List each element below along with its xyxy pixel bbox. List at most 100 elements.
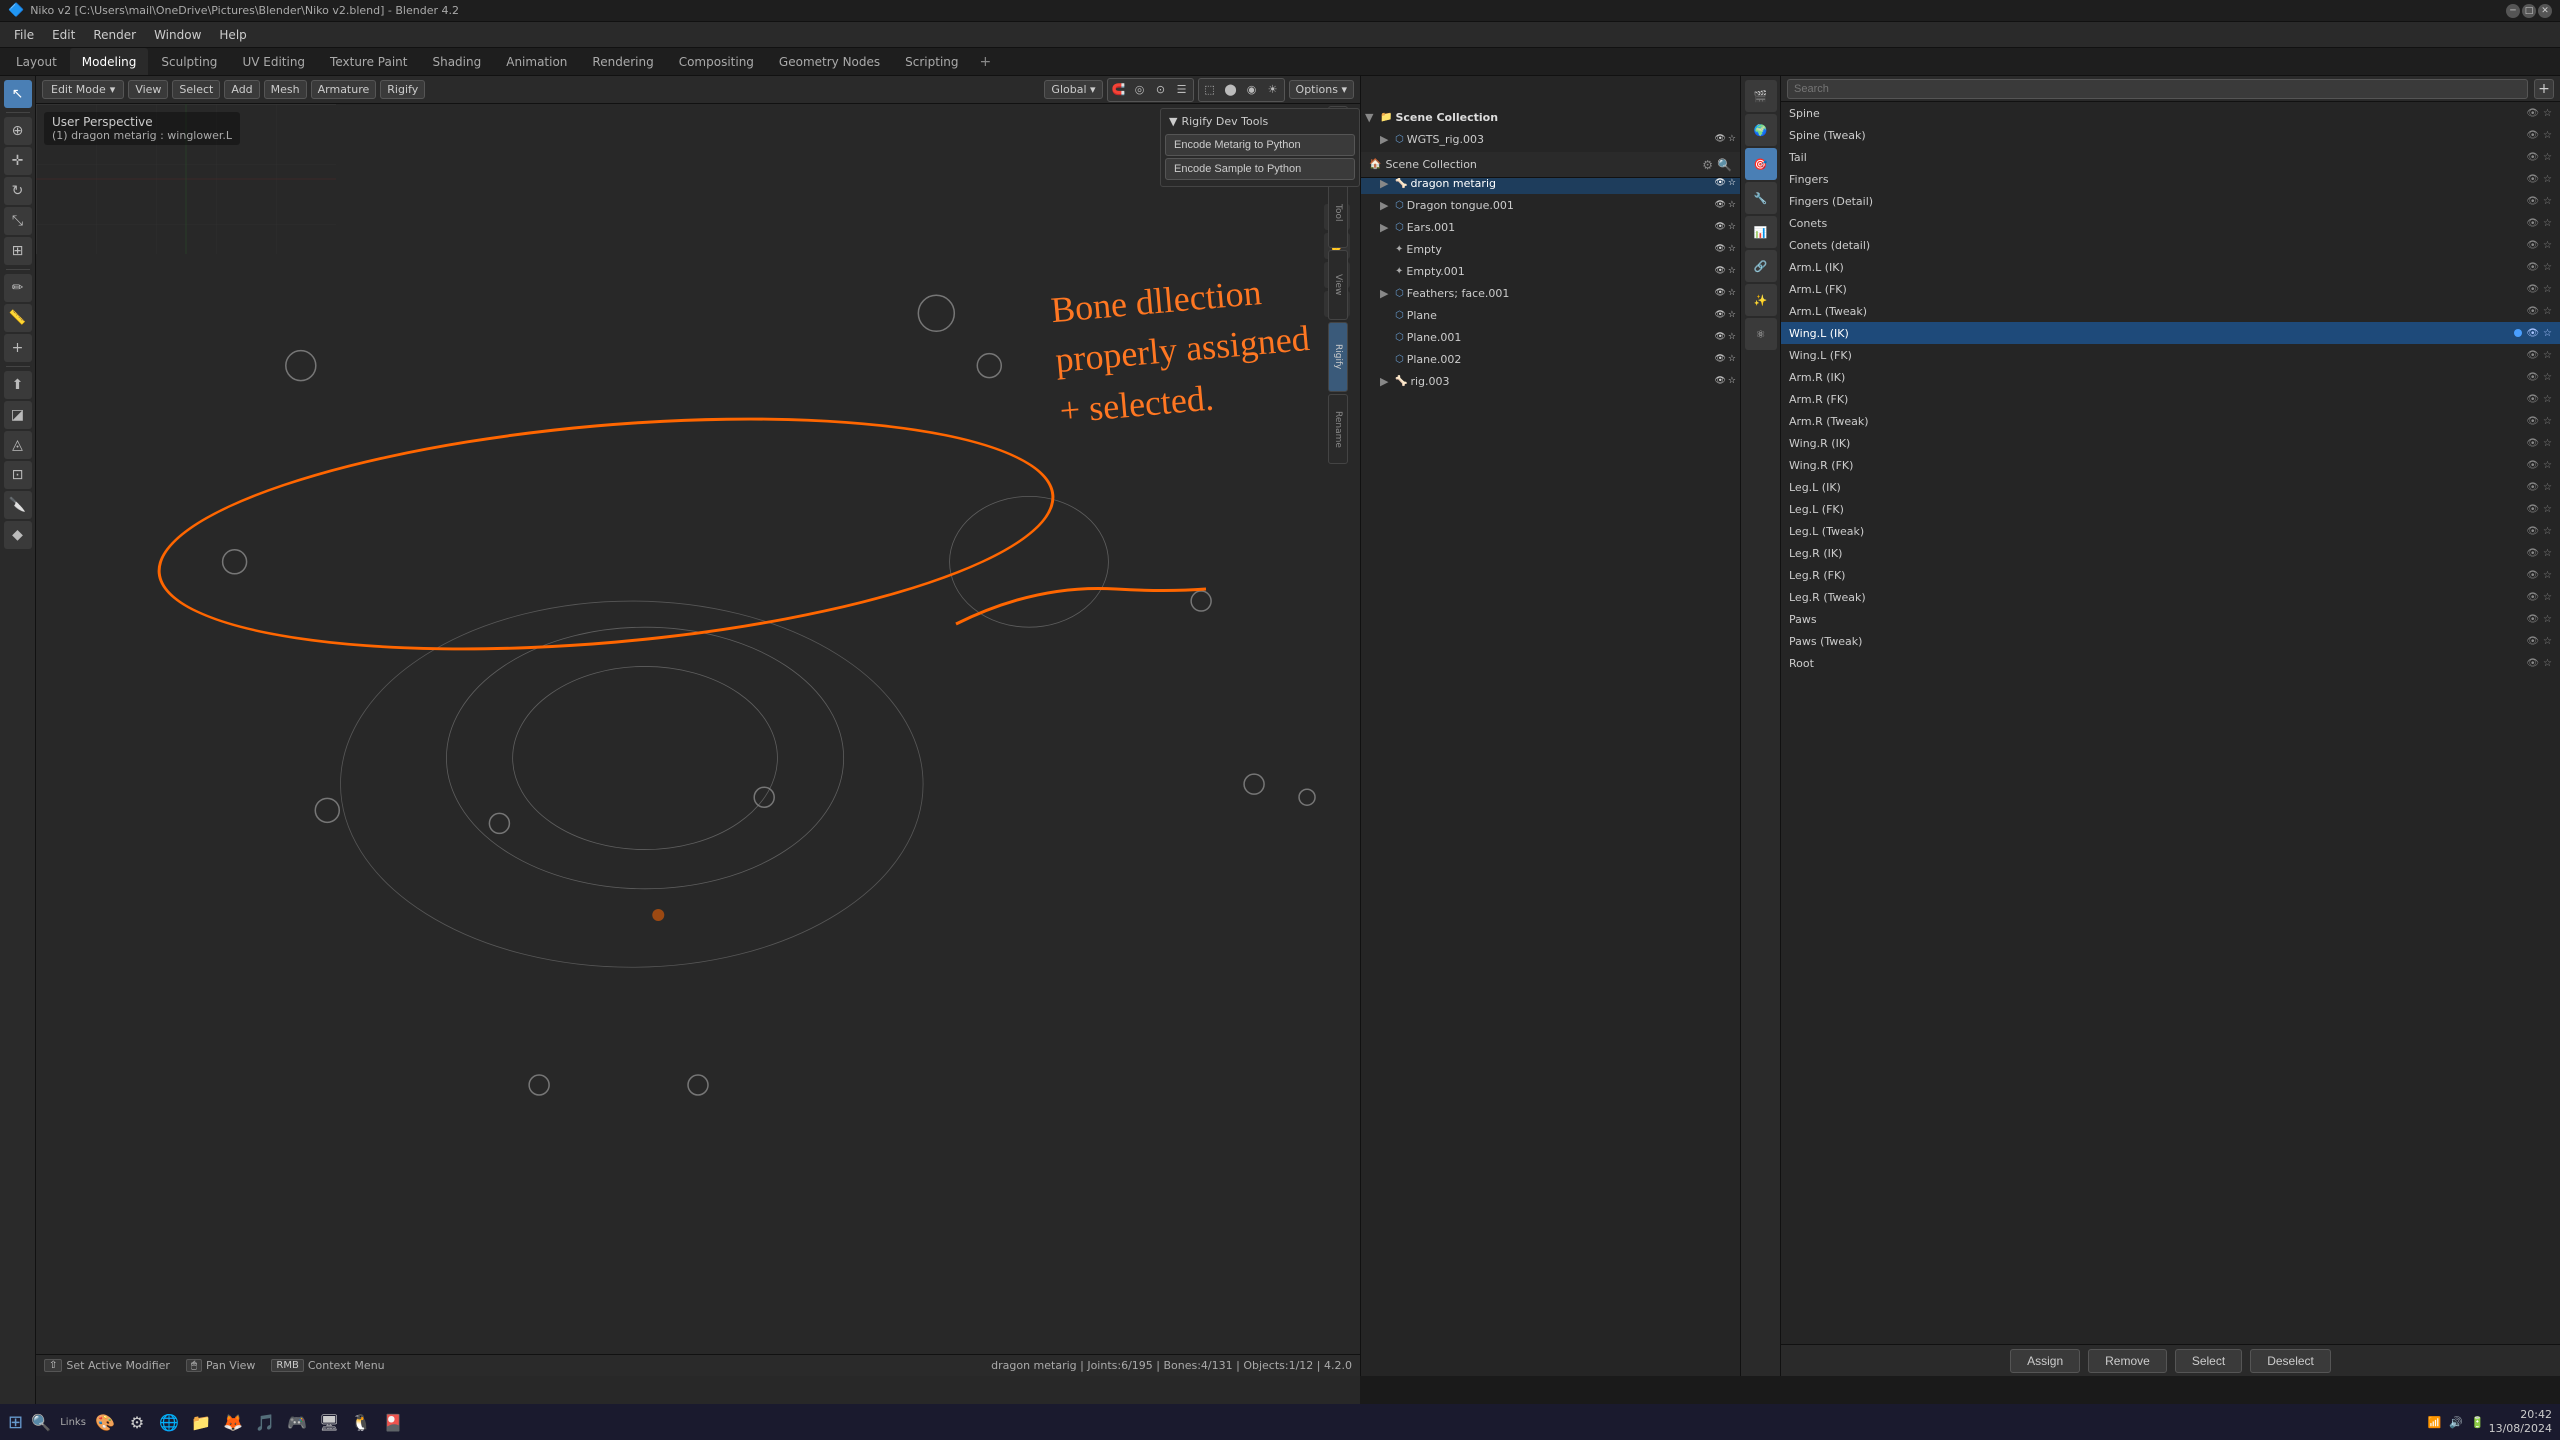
tool-scale[interactable]: ⤡	[4, 207, 32, 235]
remove-button[interactable]: Remove	[2088, 1349, 2167, 1373]
bone-collection-search[interactable]	[1787, 79, 2528, 99]
visibility-eye-icon[interactable]: 👁	[2526, 482, 2539, 493]
options-button[interactable]: Options ▾	[1289, 80, 1354, 99]
taskbar-icon-firefox[interactable]: 🦊	[219, 1408, 247, 1436]
outliner-item-wgts[interactable]: ▶ ⬡ WGTS_rig.003 👁 ☆	[1361, 128, 1740, 150]
visibility-eye-icon[interactable]: 👁	[2526, 372, 2539, 383]
rendered-shading[interactable]: ☀	[1263, 80, 1283, 100]
bc-item-arm-r-ik[interactable]: Arm.R (IK) 👁 ☆	[1781, 366, 2560, 388]
taskbar-icon-files[interactable]: 📁	[187, 1408, 215, 1436]
tab-uv-editing[interactable]: UV Editing	[230, 48, 317, 75]
bc-item-wing-r-fk[interactable]: Wing.R (FK) 👁 ☆	[1781, 454, 2560, 476]
star-icon[interactable]: ☆	[2543, 262, 2552, 273]
add-menu[interactable]: Add	[224, 80, 259, 99]
menu-render[interactable]: Render	[85, 25, 144, 45]
visibility-eye-icon[interactable]: 👁	[2526, 438, 2539, 449]
prop-tab-physics[interactable]: ⚛	[1745, 318, 1777, 350]
assign-button[interactable]: Assign	[2010, 1349, 2080, 1373]
star-icon[interactable]: ☆	[1728, 244, 1736, 254]
tab-sculpting[interactable]: Sculpting	[149, 48, 229, 75]
select-menu[interactable]: Select	[172, 80, 220, 99]
menu-file[interactable]: File	[6, 25, 42, 45]
bc-item-leg-r-tweak[interactable]: Leg.R (Tweak) 👁 ☆	[1781, 586, 2560, 608]
star-icon[interactable]: ☆	[2543, 174, 2552, 185]
star-icon[interactable]: ☆	[2543, 196, 2552, 207]
viewport-3d[interactable]: User Perspective (1) dragon metarig : wi…	[36, 104, 1360, 1412]
outliner-item-rig003[interactable]: ▶ 🦴 rig.003 👁 ☆	[1361, 370, 1740, 392]
visibility-eye-icon[interactable]: 👁	[2526, 262, 2539, 273]
star-icon[interactable]: ☆	[2543, 394, 2552, 405]
star-icon[interactable]: ☆	[2543, 548, 2552, 559]
prop-tab-constraints[interactable]: 🔗	[1745, 250, 1777, 282]
star-icon[interactable]: ☆	[2543, 614, 2552, 625]
visibility-icon[interactable]: 👁	[1714, 178, 1725, 188]
rvtab-rigify[interactable]: Rigify	[1328, 322, 1348, 392]
bc-item-conets-detail[interactable]: Conets (detail) 👁 ☆	[1781, 234, 2560, 256]
visibility-eye-icon[interactable]: 👁	[2526, 284, 2539, 295]
outliner-search-button[interactable]: 🔍	[1717, 158, 1732, 172]
visibility-eye-icon[interactable]: 👁	[2526, 592, 2539, 603]
tab-texture-paint[interactable]: Texture Paint	[318, 48, 419, 75]
visibility-eye-icon[interactable]: 👁	[2526, 108, 2539, 119]
view-menu[interactable]: View	[128, 80, 168, 99]
tool-loop-cut[interactable]: ⊡	[4, 461, 32, 489]
tab-scripting[interactable]: Scripting	[893, 48, 970, 75]
star-icon[interactable]: ☆	[1728, 266, 1736, 276]
bc-item-spine[interactable]: Spine 👁 ☆	[1781, 102, 2560, 124]
solid-shading[interactable]: ⬤	[1221, 80, 1241, 100]
star-icon[interactable]: ☆	[2543, 636, 2552, 647]
tool-inset[interactable]: ◪	[4, 401, 32, 429]
tool-rotate[interactable]: ↻	[4, 177, 32, 205]
visibility-eye-icon[interactable]: 👁	[2526, 504, 2539, 515]
star-icon[interactable]: ☆	[2543, 658, 2552, 669]
menu-window[interactable]: Window	[146, 25, 209, 45]
bc-item-leg-l-tweak[interactable]: Leg.L (Tweak) 👁 ☆	[1781, 520, 2560, 542]
visibility-eye-icon[interactable]: 👁	[2526, 218, 2539, 229]
outliner-item-plane001[interactable]: ⬡ Plane.001 👁 ☆	[1361, 326, 1740, 348]
tool-annotate[interactable]: ✏	[4, 274, 32, 302]
star-icon[interactable]: ☆	[2543, 526, 2552, 537]
taskbar-icon-settings[interactable]: ⚙	[123, 1408, 151, 1436]
visibility-icon[interactable]: 👁	[1714, 288, 1725, 298]
visibility-eye-icon[interactable]: 👁	[2526, 306, 2539, 317]
bc-item-spine-tweak[interactable]: Spine (Tweak) 👁 ☆	[1781, 124, 2560, 146]
menu-edit[interactable]: Edit	[44, 25, 83, 45]
star-icon[interactable]: ☆	[2543, 108, 2552, 119]
visibility-eye-icon[interactable]: 👁	[2526, 526, 2539, 537]
visibility-eye-icon[interactable]: 👁	[2526, 416, 2539, 427]
star-icon[interactable]: ☆	[1728, 310, 1736, 320]
prop-tab-world[interactable]: 🌍	[1745, 114, 1777, 146]
star-icon[interactable]: ☆	[1728, 178, 1736, 188]
outliner-item-ears[interactable]: ▶ ⬡ Ears.001 👁 ☆	[1361, 216, 1740, 238]
outliner-scene-collection[interactable]: ▼ 📁 Scene Collection	[1361, 106, 1740, 128]
visibility-eye-icon[interactable]: 👁	[2526, 570, 2539, 581]
bc-item-leg-l-fk[interactable]: Leg.L (FK) 👁 ☆	[1781, 498, 2560, 520]
star-icon[interactable]: ☆	[2543, 306, 2552, 317]
taskbar-icon-steam[interactable]: 🎮	[283, 1408, 311, 1436]
outliner-item-empty001[interactable]: ✦ Empty.001 👁 ☆	[1361, 260, 1740, 282]
star-icon[interactable]: ☆	[1728, 222, 1736, 232]
bc-item-arm-l-fk[interactable]: Arm.L (FK) 👁 ☆	[1781, 278, 2560, 300]
visibility-icon[interactable]: 👁	[1714, 200, 1725, 210]
star-icon[interactable]: ☆	[1728, 134, 1736, 144]
close-button[interactable]: ✕	[2538, 4, 2552, 18]
bc-item-root[interactable]: Root 👁 ☆	[1781, 652, 2560, 674]
star-icon[interactable]: ☆	[2543, 350, 2552, 361]
bc-item-arm-r-fk[interactable]: Arm.R (FK) 👁 ☆	[1781, 388, 2560, 410]
star-icon[interactable]: ☆	[2543, 372, 2552, 383]
star-icon[interactable]: ☆	[2543, 504, 2552, 515]
rigify-menu[interactable]: Rigify	[380, 80, 425, 99]
prop-tab-data[interactable]: 📊	[1745, 216, 1777, 248]
visibility-icon[interactable]: 👁	[1714, 332, 1725, 342]
tool-select[interactable]: ↖	[4, 80, 32, 108]
outliner-item-dragon-tongue[interactable]: ▶ ⬡ Dragon tongue.001 👁 ☆	[1361, 194, 1740, 216]
star-icon[interactable]: ☆	[2543, 284, 2552, 295]
tab-geometry-nodes[interactable]: Geometry Nodes	[767, 48, 892, 75]
mode-selector[interactable]: Edit Mode ▾	[42, 80, 124, 99]
visibility-icon[interactable]: 👁	[1714, 266, 1725, 276]
taskbar-icon-links[interactable]: Links	[59, 1408, 87, 1436]
star-icon[interactable]: ☆	[2543, 438, 2552, 449]
bc-item-arm-r-tweak[interactable]: Arm.R (Tweak) 👁 ☆	[1781, 410, 2560, 432]
outliner-item-feathers[interactable]: ▶ ⬡ Feathers; face.001 👁 ☆	[1361, 282, 1740, 304]
visibility-icon[interactable]: 👁	[1714, 134, 1725, 144]
